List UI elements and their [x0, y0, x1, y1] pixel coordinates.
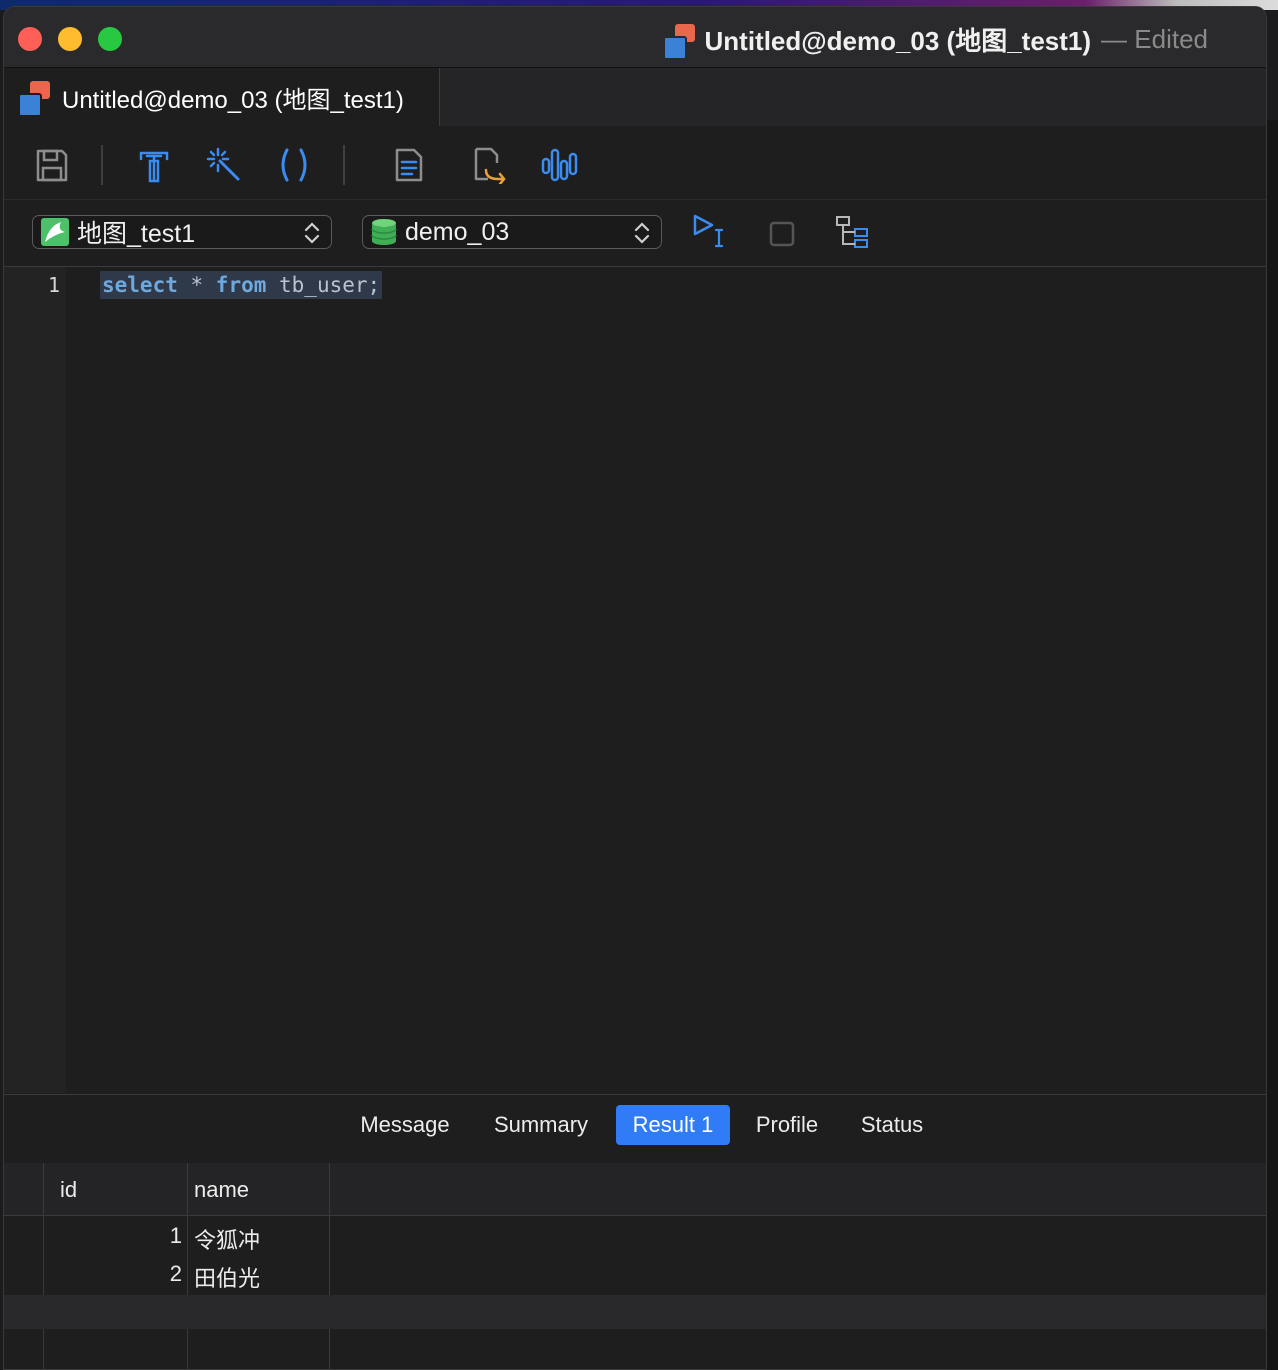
parentheses-button[interactable] [274, 145, 314, 185]
close-button[interactable] [18, 27, 42, 51]
window-title-text: Untitled@demo_03 (地图_test1) [704, 26, 1092, 56]
export-query-icon [474, 147, 506, 184]
grid-header: id name [4, 1163, 1266, 1216]
database-icon [371, 219, 397, 245]
result-grid[interactable]: id name 1 令狐冲 2 田伯光 [4, 1163, 1266, 1369]
cell-id[interactable]: 1 [44, 1223, 182, 1249]
beautify-wand-icon [206, 147, 240, 181]
zoom-button[interactable] [98, 27, 122, 51]
cell-name[interactable]: 田伯光 [194, 1261, 260, 1293]
query-window: Untitled@demo_03 (地图_test1) — Edited Unt… [3, 6, 1267, 1370]
tab-message[interactable]: Message [348, 1105, 462, 1145]
column-header-id[interactable]: id [60, 1177, 77, 1203]
editor-toolbar [4, 127, 1266, 200]
code-snippet-button[interactable] [389, 145, 429, 185]
tab-profile[interactable]: Profile [742, 1105, 832, 1145]
column-header-name[interactable]: name [194, 1177, 249, 1203]
mysql-connection-icon [41, 218, 69, 246]
code-snippet-icon [395, 148, 423, 182]
document-tab[interactable]: Untitled@demo_03 (地图_test1) [4, 68, 440, 126]
title-bar: Untitled@demo_03 (地图_test1) — Edited [4, 7, 1266, 68]
save-icon [36, 149, 68, 182]
toolbar-separator [101, 145, 103, 185]
save-button[interactable] [32, 145, 72, 185]
tab-result-1[interactable]: Result 1 [616, 1105, 730, 1145]
edited-indicator: — Edited [1101, 24, 1208, 54]
document-tab-label: Untitled@demo_03 (地图_test1) [62, 86, 404, 114]
connection-toolbar: 地图_test1 demo_03 [4, 200, 1266, 267]
export-query-button[interactable] [470, 145, 510, 185]
beautify-button[interactable] [204, 145, 244, 185]
window-edge [1267, 120, 1278, 1370]
database-name: demo_03 [405, 217, 510, 246]
table-row[interactable]: 2 田伯光 [4, 1255, 1266, 1293]
sql-text: tb_user; [266, 273, 381, 297]
document-tab-bar: Untitled@demo_03 (地图_test1) [4, 68, 1266, 126]
tree-hierarchy-icon [836, 216, 868, 248]
explain-button[interactable] [540, 145, 580, 185]
sql-keyword: select [102, 273, 178, 297]
result-tab-bar: Message Summary Result 1 Profile Status [4, 1094, 1266, 1164]
query-tab-icon [18, 81, 50, 117]
connection-selector[interactable]: 地图_test1 [32, 215, 332, 249]
sql-editor[interactable]: 1 select * from tb_user; [4, 267, 1266, 1093]
line-number: 1 [47, 273, 60, 297]
table-row[interactable]: 1 令狐冲 [4, 1217, 1266, 1255]
database-selector[interactable]: demo_03 [362, 215, 662, 249]
line-number-gutter: 1 [4, 267, 66, 1093]
cell-id[interactable]: 2 [44, 1261, 182, 1287]
chevron-up-down-icon [304, 222, 320, 244]
sql-keyword: from [215, 273, 267, 297]
chevron-up-down-icon [634, 222, 650, 244]
tab-summary[interactable]: Summary [484, 1105, 598, 1145]
stop-button[interactable] [762, 214, 802, 254]
explain-chart-icon [541, 148, 578, 182]
window-title: Untitled@demo_03 (地图_test1) — Edited [662, 21, 1208, 60]
connection-name: 地图_test1 [77, 220, 196, 248]
run-play-icon [693, 214, 724, 248]
format-sql-button[interactable] [134, 145, 174, 185]
navicat-app-icon [662, 23, 695, 60]
explain-plan-button[interactable] [832, 212, 872, 252]
empty-row [4, 1295, 1266, 1329]
sql-text: * [177, 273, 216, 297]
minimize-button[interactable] [58, 27, 82, 51]
cell-name[interactable]: 令狐冲 [194, 1223, 260, 1255]
run-button[interactable] [690, 212, 730, 252]
code-line[interactable]: select * from tb_user; [100, 271, 383, 299]
parentheses-icon [281, 148, 307, 182]
format-sql-icon [139, 151, 169, 183]
toolbar-separator [343, 145, 345, 185]
tab-status[interactable]: Status [850, 1105, 934, 1145]
stop-icon [769, 221, 795, 247]
